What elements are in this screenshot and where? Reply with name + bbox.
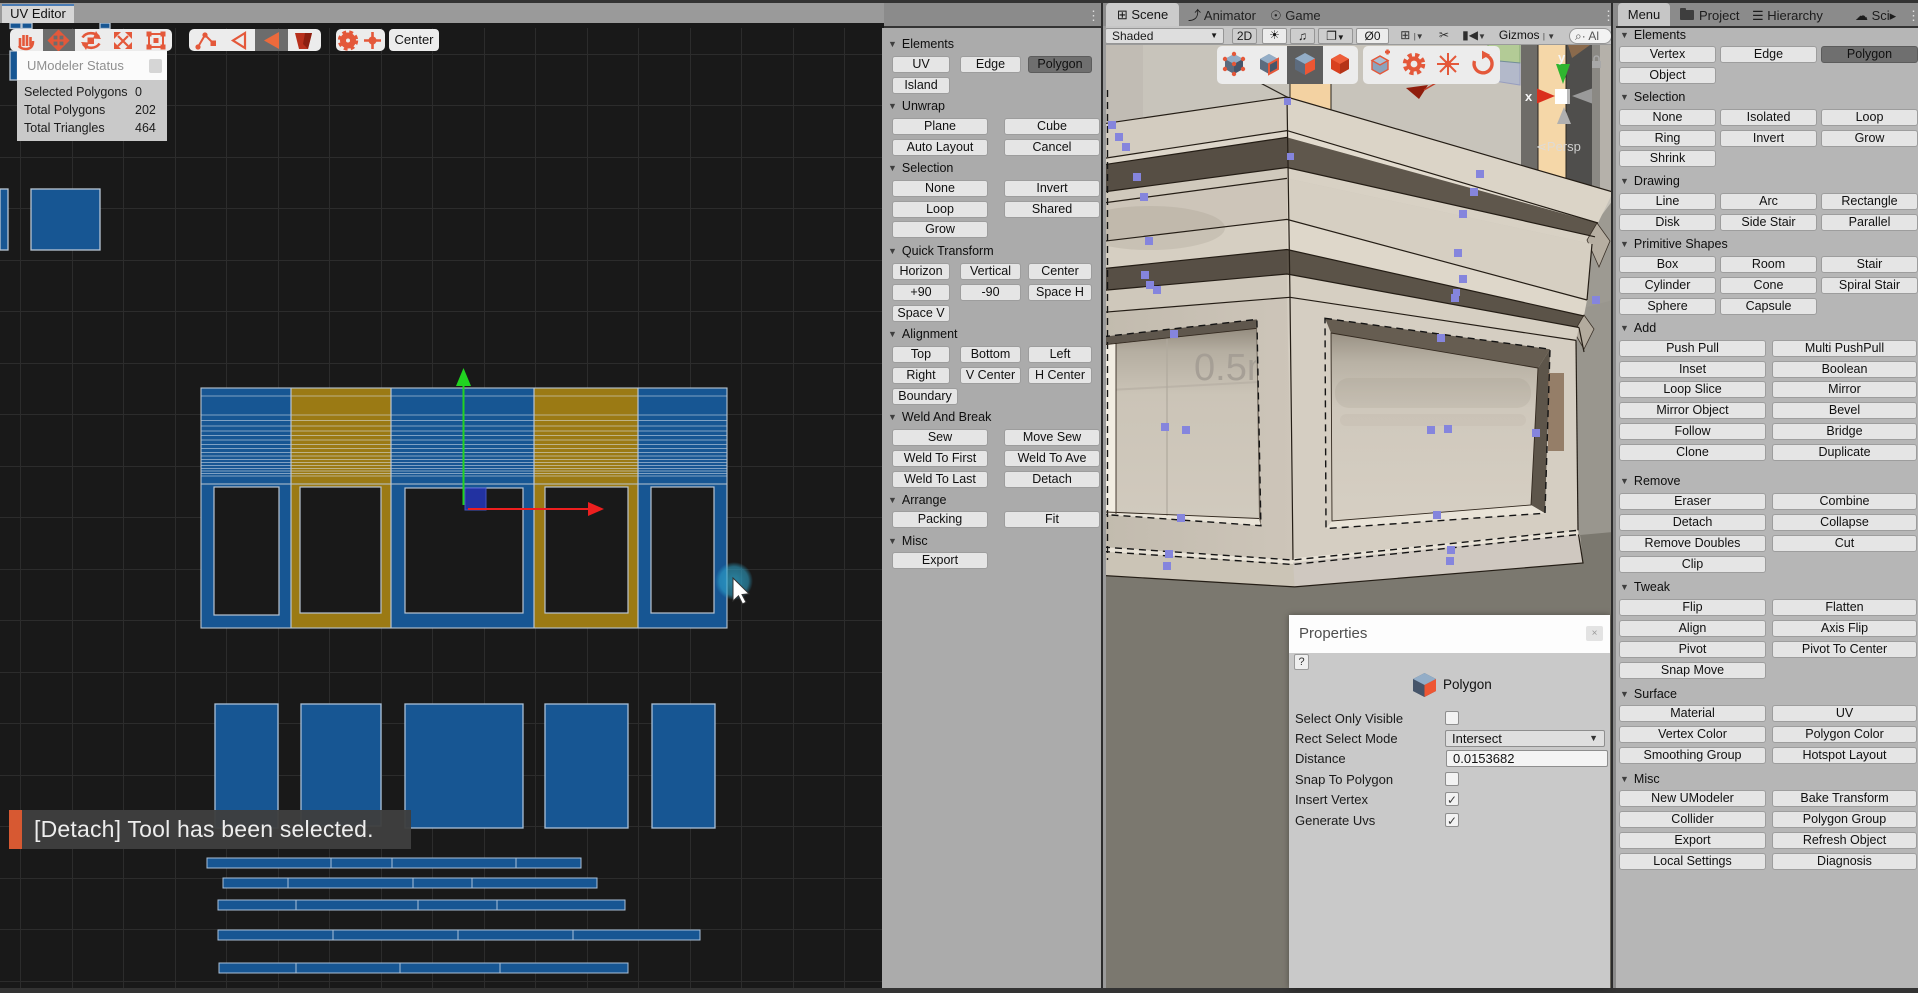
svg-text:y: y [1558,50,1566,65]
svg-text:x: x [1525,89,1533,104]
svg-text:⋖Persp: ⋖Persp [1536,139,1581,154]
